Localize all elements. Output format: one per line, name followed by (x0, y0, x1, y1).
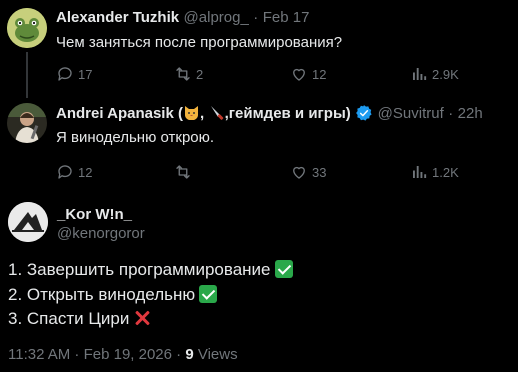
author-name[interactable]: _Kor W!n_ (57, 206, 132, 223)
cat-emoji-icon (183, 104, 200, 123)
repost-icon (176, 165, 190, 179)
frog-avatar-icon[interactable] (7, 8, 47, 48)
like-count: 12 (312, 66, 327, 82)
tweet-header: Andrei Apanasik ( , ,геймдев и игры) @Su… (56, 104, 483, 123)
reply-count: 12 (78, 164, 93, 180)
list-item: 3. Спасти Цири (8, 309, 151, 329)
heart-icon (293, 68, 305, 81)
check-mark-icon (274, 260, 293, 278)
separator-dot: · (253, 9, 259, 26)
heart-icon (293, 166, 305, 179)
cross-mark-icon (133, 309, 151, 327)
reply-button[interactable]: 17 (56, 64, 92, 84)
like-button[interactable]: 33 (290, 162, 326, 182)
repost-button[interactable] (174, 162, 196, 182)
views-count: 9 (185, 346, 194, 363)
author-name[interactable]: Alexander Tuzhik (56, 9, 179, 26)
view-count: 2.9K (432, 66, 459, 82)
tweet-text: Я винодельню открою. (56, 129, 215, 146)
verified-badge-icon (355, 105, 377, 122)
tweet-text: Чем заняться после программирования? (56, 34, 343, 51)
list-item-text: 3. Спасти Цири (8, 309, 130, 328)
views-label: Views (197, 346, 238, 363)
repost-icon (176, 67, 190, 81)
tweet-date[interactable]: 22h (458, 105, 483, 122)
list-item: 1. Завершить программирование (8, 260, 293, 280)
separator-dot: · (448, 105, 454, 122)
bar-chart-icon (413, 166, 427, 178)
list-item: 2. Открыть винодельню (8, 285, 218, 305)
author-handle[interactable]: @kenorgoror (57, 225, 145, 242)
repost-button[interactable]: 2 (174, 64, 203, 84)
reply-icon (58, 67, 72, 81)
tweet-timestamp-row: 11:32 AM · Feb 19, 2026 · 9 Views (8, 346, 238, 363)
author-handle[interactable]: @Suvitruf (378, 105, 444, 122)
author-name-part[interactable]: Andrei Apanasik ( (56, 105, 183, 122)
repost-count: 2 (196, 66, 204, 82)
logo-avatar-icon[interactable] (8, 202, 48, 242)
view-count: 1.2K (432, 164, 459, 180)
like-button[interactable]: 12 (290, 64, 326, 84)
tweet-header: Alexander Tuzhik @alprog_ · Feb 17 (56, 9, 309, 27)
check-mark-icon (199, 285, 218, 303)
author-name-part[interactable]: ,геймдев и игры) (225, 105, 351, 122)
person-avatar-icon[interactable] (7, 103, 47, 143)
tweet-date[interactable]: Feb 17 (263, 9, 310, 26)
reply-icon (58, 165, 72, 179)
like-count: 33 (312, 164, 327, 180)
reply-count: 17 (78, 66, 93, 82)
list-item-text: 1. Завершить программирование (8, 260, 271, 279)
list-item-text: 2. Открыть винодельню (8, 285, 196, 304)
views-button[interactable]: 1.2K (410, 162, 459, 182)
author-name-part[interactable]: , (200, 105, 204, 122)
tweet-timestamp[interactable]: 11:32 AM · Feb 19, 2026 · (8, 346, 181, 363)
reply-button[interactable]: 12 (56, 162, 92, 182)
views-button[interactable]: 2.9K (410, 64, 459, 84)
knife-emoji-icon (209, 104, 225, 123)
author-handle[interactable]: @alprog_ (184, 9, 249, 26)
thread-connector (26, 52, 28, 98)
bar-chart-icon (413, 68, 427, 80)
